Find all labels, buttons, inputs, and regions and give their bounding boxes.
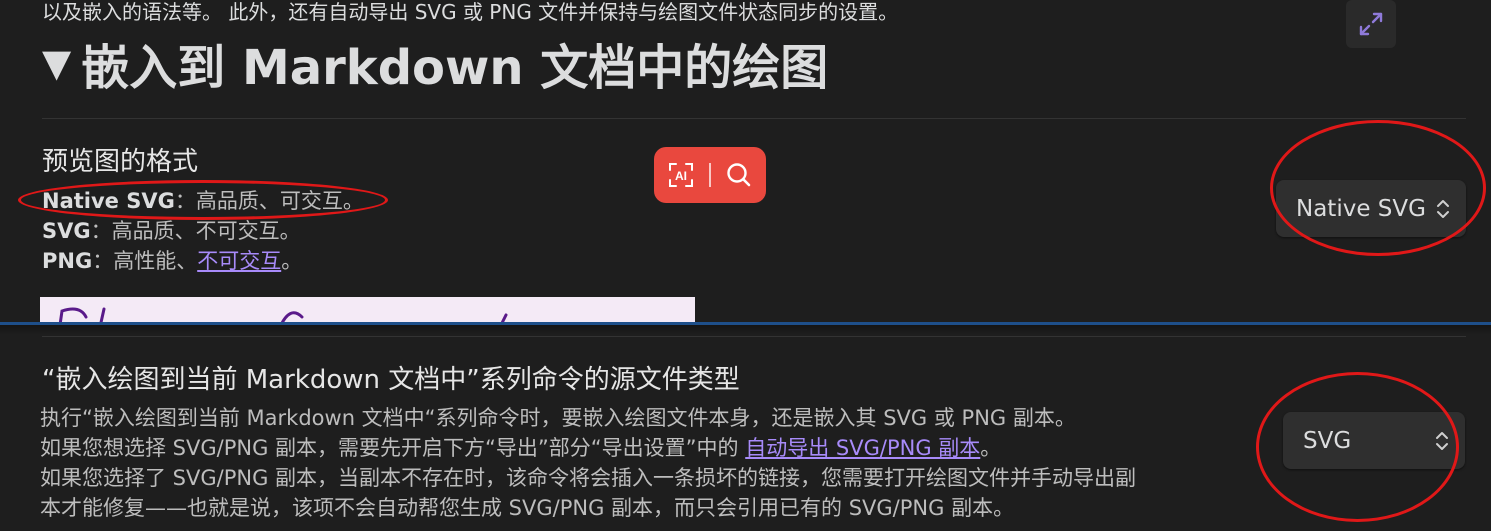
divider xyxy=(42,118,1466,119)
desc-line: 如果您想选择 SVG/PNG 副本，需要先开启下方“导出”部分“导出设置”中的 … xyxy=(40,436,1002,460)
desc-line: 执行“嵌入绘图到当前 Markdown 文档中“系列命令时，要嵌入绘图文件本身，… xyxy=(40,406,1076,430)
setting-desc-embed-source: 执行“嵌入绘图到当前 Markdown 文档中“系列命令时，要嵌入绘图文件本身，… xyxy=(40,403,1136,523)
link-auto-export[interactable]: 自动导出 SVG/PNG 副本 xyxy=(745,436,980,460)
collapse-toggle-icon[interactable]: ▼ xyxy=(42,41,71,85)
desc-line-svg: SVG：高品质、不可交互。 xyxy=(42,219,301,243)
intro-text: 以及嵌入的语法等。 此外，还有自动导出 SVG 或 PNG 文件并保持与绘图文件… xyxy=(42,0,899,24)
svg-text:AI: AI xyxy=(675,169,687,183)
toolbar-separator xyxy=(709,163,711,187)
setting-name-embed-source: “嵌入绘图到当前 Markdown 文档中”系列命令的源文件类型 xyxy=(42,365,740,395)
shadow-band xyxy=(0,325,1491,335)
desc-line: 本才能修复——也就是说，该项不会自动帮您生成 SVG/PNG 副本，而只会引用已… xyxy=(40,496,1015,520)
ai-scan-icon[interactable]: AI xyxy=(667,161,695,189)
ai-search-toolbar[interactable]: AI xyxy=(654,147,766,203)
setting-name-preview-format: 预览图的格式 xyxy=(42,147,199,177)
search-icon[interactable] xyxy=(725,161,753,189)
annotation-ellipse-select-1 xyxy=(1270,120,1486,256)
link-not-interactive[interactable]: 不可交互 xyxy=(197,249,281,273)
desc-line: 如果您选择了 SVG/PNG 副本，当副本不存在时，该命令将会插入一条损坏的链接… xyxy=(40,466,1137,490)
expand-diagonal-icon xyxy=(1359,12,1383,36)
desc-line-png: PNG：高性能、不可交互。 xyxy=(42,249,303,273)
annotation-ellipse-native-svg xyxy=(18,180,388,220)
annotation-ellipse-select-2 xyxy=(1256,372,1459,522)
expand-button[interactable] xyxy=(1346,0,1396,48)
section-title: 嵌入到 Markdown 文档中的绘图 xyxy=(81,40,829,96)
divider xyxy=(42,336,1466,337)
section-heading[interactable]: ▼ 嵌入到 Markdown 文档中的绘图 xyxy=(42,28,828,98)
